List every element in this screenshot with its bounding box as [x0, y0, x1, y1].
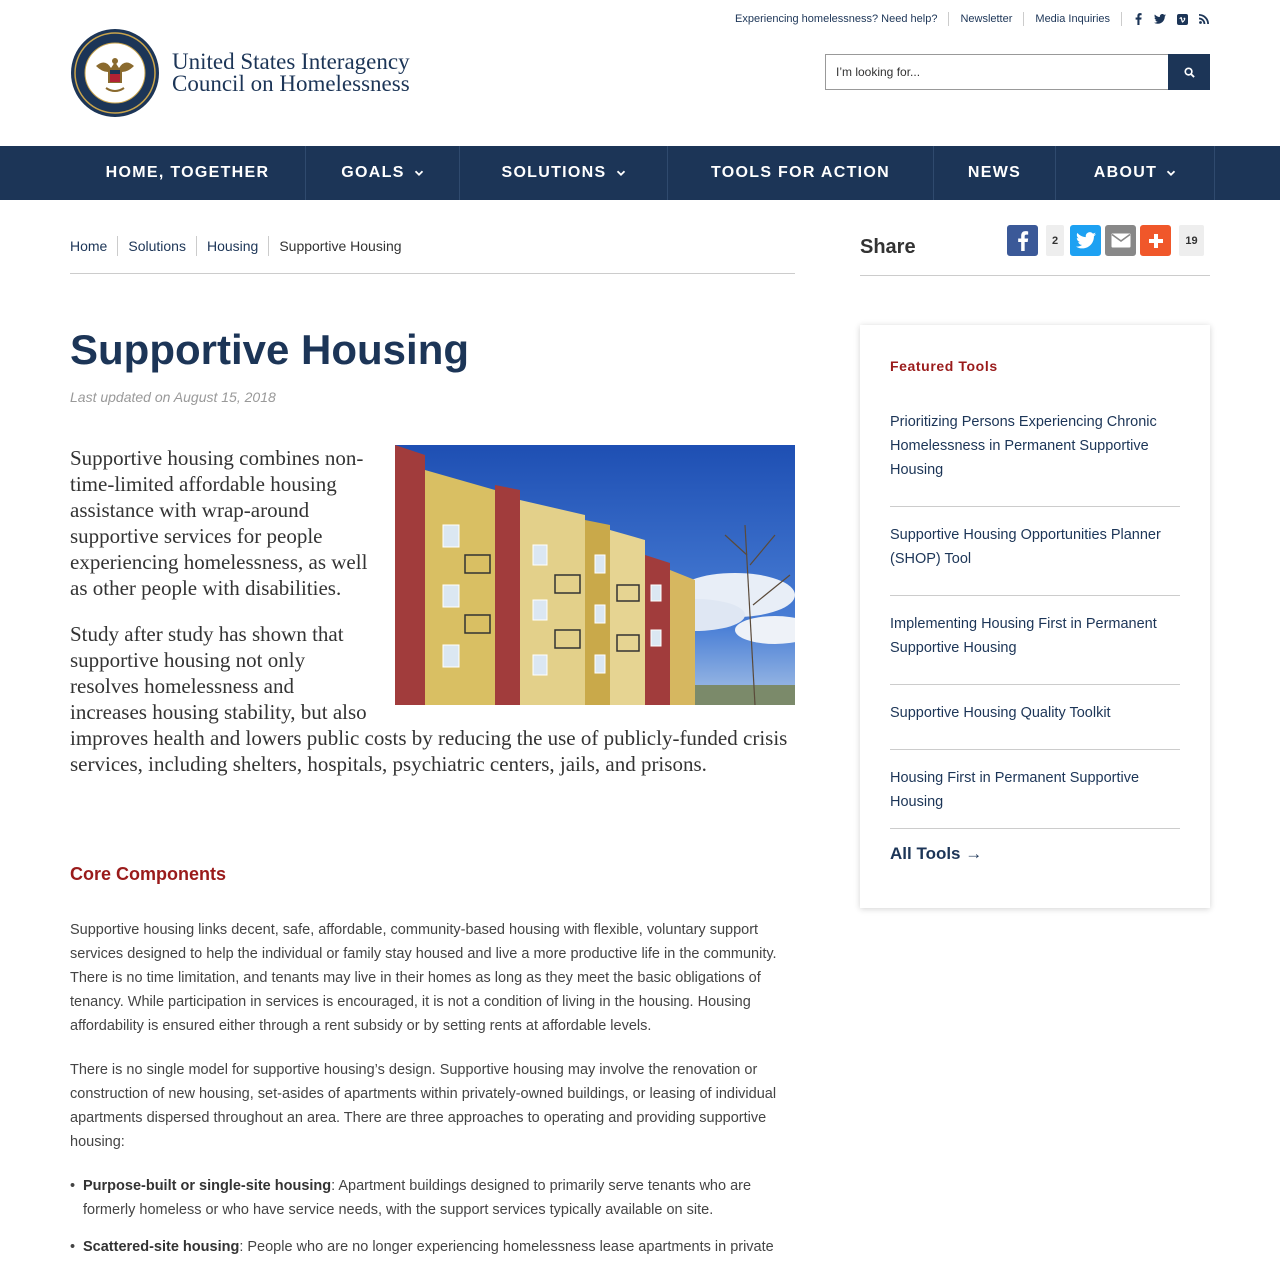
facebook-icon[interactable]	[1132, 12, 1144, 26]
twitter-icon	[1075, 232, 1096, 249]
facebook-share-button[interactable]	[1007, 225, 1038, 256]
vimeo-icon[interactable]	[1176, 12, 1188, 26]
nav-about[interactable]: ABOUT	[1056, 146, 1215, 200]
search-button[interactable]	[1168, 54, 1210, 90]
page-title: Supportive Housing	[70, 326, 469, 373]
featured-tools-card: Featured Tools Prioritizing Persons Expe…	[860, 325, 1210, 908]
share-label: Share	[860, 236, 916, 258]
nav-label: HOME, TOGETHER	[105, 164, 270, 181]
nav-label: GOALS	[341, 164, 405, 181]
featured-tool-link[interactable]: Prioritizing Persons Experiencing Chroni…	[890, 410, 1180, 507]
body-paragraph: Supportive housing links decent, safe, a…	[70, 922, 777, 1034]
breadcrumb-home[interactable]: Home	[70, 236, 119, 256]
newsletter-link[interactable]: Newsletter	[949, 12, 1025, 26]
nav-home-together[interactable]: HOME, TOGETHER	[70, 146, 306, 200]
more-share-button[interactable]	[1140, 225, 1171, 256]
site-name-line2: Council on Homelessness	[172, 71, 410, 96]
last-updated: Last updated on August 15, 2018	[70, 389, 276, 405]
breadcrumb: Home Solutions Housing Supportive Housin…	[70, 236, 795, 274]
chevron-down-icon	[1166, 168, 1176, 178]
site-name: United States Interagency Council on Hom…	[172, 49, 410, 96]
nav-tools-for-action[interactable]: TOOLS FOR ACTION	[668, 146, 934, 200]
search-input[interactable]	[825, 54, 1168, 90]
featured-tool-link[interactable]: Supportive Housing Opportunities Planner…	[890, 523, 1180, 596]
main-nav: HOME, TOGETHER GOALS SOLUTIONS TOOLS FOR…	[0, 146, 1280, 200]
facebook-share-count: 2	[1046, 225, 1064, 256]
featured-tool-link[interactable]: Implementing Housing First in Permanent …	[890, 612, 1180, 685]
nav-label: ABOUT	[1093, 164, 1158, 181]
utility-bar: Experiencing homelessness? Need help? Ne…	[735, 12, 1210, 26]
twitter-icon[interactable]	[1154, 12, 1166, 26]
nav-goals[interactable]: GOALS	[306, 146, 460, 200]
list-item-term: Purpose-built or single-site housing	[83, 1178, 332, 1194]
list-item: Purpose-built or single-site housing: Ap…	[70, 1174, 795, 1222]
envelope-icon	[1111, 233, 1130, 248]
nav-solutions[interactable]: SOLUTIONS	[460, 146, 668, 200]
need-help-link[interactable]: Experiencing homelessness? Need help?	[735, 12, 950, 26]
plus-icon	[1148, 233, 1163, 248]
body-text: Supportive housing links decent, safe, a…	[70, 918, 795, 1272]
nav-label: NEWS	[967, 164, 1022, 181]
social-links	[1122, 12, 1210, 26]
approaches-list: Purpose-built or single-site housing: Ap…	[70, 1174, 795, 1259]
site-name-line1: United States Interagency	[172, 49, 410, 74]
list-item-term: Scattered-site housing	[83, 1239, 240, 1255]
total-share-count: 19	[1179, 225, 1204, 256]
chevron-down-icon	[616, 168, 626, 178]
list-item: Scattered-site housing: People who are n…	[70, 1235, 795, 1259]
body-paragraph: There is no single model for supportive …	[70, 1062, 777, 1150]
all-tools-link[interactable]: All Tools →	[890, 844, 982, 864]
nav-news[interactable]: NEWS	[934, 146, 1056, 200]
apartment-building-photo	[395, 445, 795, 705]
twitter-share-button[interactable]	[1070, 225, 1101, 256]
breadcrumb-solutions[interactable]: Solutions	[118, 236, 197, 256]
email-share-button[interactable]	[1105, 225, 1136, 256]
section-title: Core Components	[70, 864, 227, 884]
search-icon	[1183, 66, 1195, 78]
rss-icon[interactable]	[1198, 12, 1210, 26]
facebook-icon	[1017, 230, 1028, 251]
nav-label: TOOLS FOR ACTION	[710, 164, 891, 181]
featured-tool-link[interactable]: Supportive Housing Quality Toolkit	[890, 701, 1180, 750]
site-logo[interactable]: United States Interagency Council on Hom…	[70, 28, 410, 118]
share-bar: Share 2 19	[860, 222, 1210, 276]
list-item-text: : People who are no longer experiencing …	[239, 1239, 774, 1255]
media-inquiries-link[interactable]: Media Inquiries	[1024, 12, 1122, 26]
search-bar	[825, 54, 1210, 90]
breadcrumb-current: Supportive Housing	[279, 238, 402, 254]
usich-seal-icon	[71, 29, 159, 117]
chevron-down-icon	[414, 168, 424, 178]
nav-label: SOLUTIONS	[501, 164, 607, 181]
featured-tools-title: Featured Tools	[890, 358, 998, 374]
breadcrumb-housing[interactable]: Housing	[197, 236, 270, 256]
featured-tool-link[interactable]: Housing First in Permanent Supportive Ho…	[890, 766, 1180, 829]
